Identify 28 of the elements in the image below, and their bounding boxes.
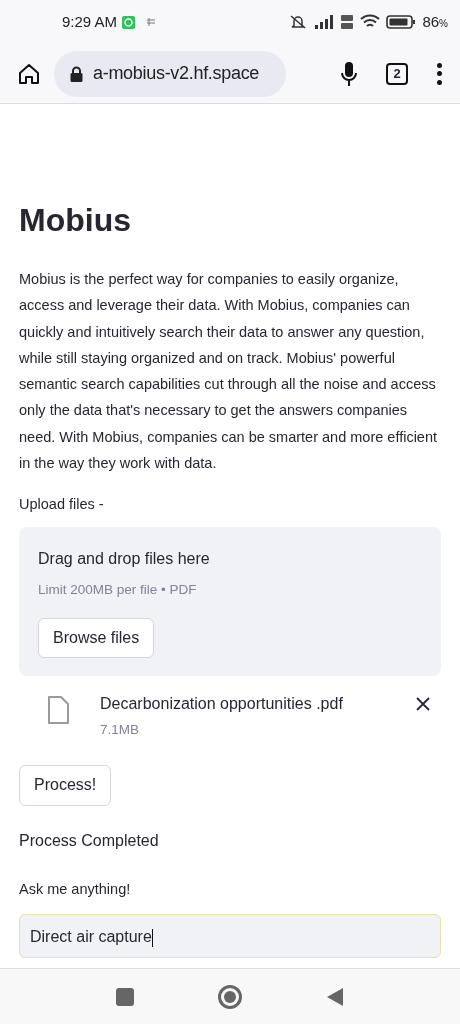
status-time: 9:29 AM [62, 11, 118, 32]
recents-button[interactable] [116, 987, 134, 1006]
chat-app-icon [122, 15, 136, 29]
file-name: Decarbonization opportunities .pdf [100, 694, 344, 715]
battery-icon [386, 15, 417, 29]
upload-label: Upload files - [19, 495, 105, 515]
upload-limit: Limit 200MB per file • PDF [38, 581, 197, 600]
signal-icon [314, 15, 335, 29]
status-message: Process Completed [19, 830, 160, 851]
address-bar[interactable]: a-mobius-v2.hf.space [54, 50, 286, 97]
question-label: Ask me anything! [19, 879, 132, 899]
description-paragraph: Mobius is the perfect way for companies to easily organize, access and leverage their data. With Mobius, companies can quickly and intuitively search their data to answer any question, while still staying organized and on track. Mobius' powerful semantic search capabilities cut through all the noise and access only the data that's necessary to get the answers companies need. With Mobius, companies can be smarter and more efficient in the way they work with data. [19, 270, 439, 474]
tab-count-button[interactable]: 2 [386, 62, 408, 85]
process-button[interactable]: Process! [19, 764, 112, 806]
back-button[interactable] [326, 986, 344, 1007]
home-nav-button[interactable] [218, 984, 242, 1009]
menu-button[interactable] [436, 62, 442, 85]
lock-icon [70, 65, 83, 82]
browse-files-button[interactable]: Browse files [38, 618, 155, 659]
text-cursor [151, 929, 153, 948]
page-title: Mobius [19, 201, 132, 240]
question-field[interactable]: Direct air capture [19, 914, 441, 959]
battery-percent: 86% [422, 11, 448, 32]
microphone-button[interactable] [340, 60, 358, 87]
file-icon [47, 696, 69, 725]
close-button[interactable] [415, 696, 431, 713]
dropzone[interactable]: Drag and drop files here Limit 200MB per file • PDF Browse files [19, 527, 441, 677]
file-size: 7.1MB [100, 721, 141, 740]
